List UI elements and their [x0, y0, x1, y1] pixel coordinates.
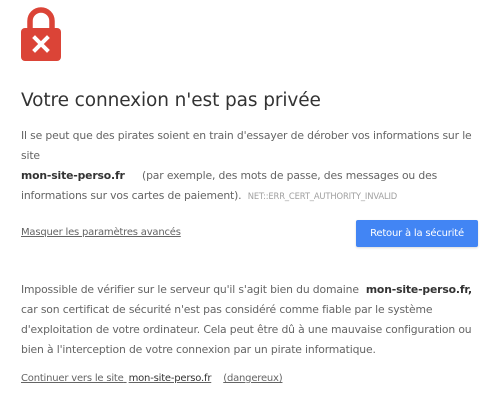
- proceed-domain: mon-site-perso.fr: [128, 373, 212, 384]
- proceed-prefix: Continuer vers le site: [21, 373, 124, 384]
- site-domain: mon-site-perso.fr: [21, 169, 125, 182]
- page-title: Votre connexion n'est pas privée: [21, 90, 321, 111]
- intro-text-before: Il se peut que des pirates soient en tra…: [21, 129, 472, 162]
- details-domain: mon-site-perso.fr,: [365, 283, 472, 296]
- proceed-suffix: (dangereux): [223, 373, 283, 384]
- details-text-after: car son certificat de sécurité n'est pas…: [21, 303, 472, 356]
- error-code: NET::ERR_CERT_AUTHORITY_INVALID: [247, 191, 398, 201]
- back-to-safety-button[interactable]: Retour à la sécurité: [356, 220, 478, 247]
- proceed-link[interactable]: Continuer vers le site mon-site-perso.fr…: [21, 373, 283, 384]
- details-text-before: Impossible de vérifier sur le serveur qu…: [21, 283, 359, 296]
- details-text: Impossible de vérifier sur le serveur qu…: [21, 280, 486, 360]
- intro-text: Il se peut que des pirates soient en tra…: [21, 126, 483, 206]
- hide-advanced-link[interactable]: Masquer les paramètres avancés: [21, 227, 181, 238]
- lock-error-icon: [21, 7, 61, 61]
